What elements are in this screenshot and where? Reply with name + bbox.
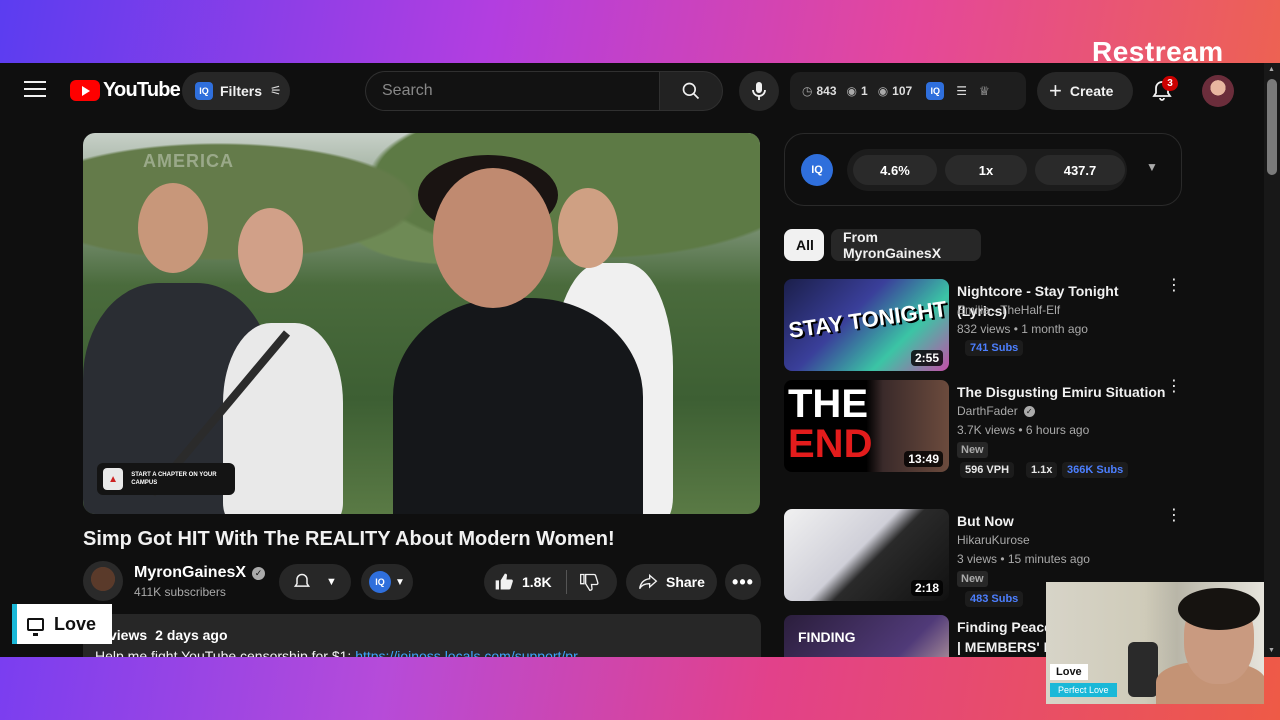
duration-badge: 2:18 <box>910 580 943 596</box>
chip-from-channel[interactable]: From MyronGainesX <box>831 229 981 261</box>
description-box[interactable]: K views 2 days ago Help me fight YouTube … <box>83 614 761 657</box>
more-actions-button[interactable]: ••• <box>725 564 761 600</box>
viewers-icon: ◉ <box>846 84 857 98</box>
scroll-up-icon[interactable]: ▲ <box>1268 66 1275 73</box>
metric-score: 437.7 <box>1035 155 1125 185</box>
channel-name[interactable]: MyronGainesX ✓ <box>134 564 266 582</box>
video-thumbnail[interactable]: FINDING <box>784 615 949 657</box>
rec-views: 3.7K views • 6 hours ago <box>957 423 1090 437</box>
video-title: Simp Got HIT With The REALITY About Mode… <box>83 528 615 550</box>
youtube-play-icon <box>70 80 100 101</box>
clock-icon: ◷ <box>802 84 813 98</box>
more-vertical-icon[interactable]: ⋮ <box>1166 278 1182 294</box>
chip-all[interactable]: All <box>784 229 824 261</box>
create-button[interactable]: + Create <box>1037 72 1133 110</box>
trophy-icon[interactable]: ♕ <box>979 84 990 98</box>
upload-date: 2 days ago <box>155 627 228 643</box>
chevron-down-icon: ▼ <box>395 576 405 588</box>
metric-percent: 4.6% <box>853 155 937 185</box>
thumbs-down-icon[interactable] <box>579 572 599 592</box>
search-icon <box>682 82 700 100</box>
search-button[interactable] <box>659 71 723 111</box>
chevron-down-icon[interactable]: ▼ <box>1146 160 1158 174</box>
like-button[interactable]: 1.8K <box>494 572 552 592</box>
account-avatar[interactable] <box>1202 75 1234 107</box>
microphone-icon <box>752 82 766 100</box>
masthead: YouTube IQ Filters ⚟ ◷843 ◉1 ◉107 IQ ☰ ♕ <box>0 63 1264 119</box>
filters-button[interactable]: IQ Filters ⚟ <box>182 72 290 110</box>
love-overlay-label: Love <box>12 604 112 644</box>
rec-title[interactable]: The Disgusting Emiru Situation <box>957 382 1167 402</box>
voice-search-button[interactable] <box>739 71 779 111</box>
iq-icon: IQ <box>195 82 213 100</box>
recommendation-item[interactable]: THE END 13:49 The Disgusting Emiru Situa… <box>784 379 1184 478</box>
duration-badge: 2:55 <box>910 350 943 366</box>
menu-button[interactable] <box>24 81 46 99</box>
page-scrollbar[interactable]: ▲ ▼ <box>1264 63 1280 657</box>
more-vertical-icon[interactable]: ⋮ <box>1166 508 1182 524</box>
multiplier-chip: 1.1x <box>1026 462 1058 478</box>
rec-channel[interactable]: HikaruKurose <box>957 533 1030 547</box>
monitor-icon <box>27 617 44 636</box>
verified-icon: ✓ <box>1023 405 1035 417</box>
new-badge: New <box>957 442 988 458</box>
more-horizontal-icon: ••• <box>732 571 754 592</box>
subscriber-count: 411K subscribers <box>134 585 226 599</box>
rec-channel[interactable]: DarthFader ✓ <box>957 404 1035 418</box>
iq-icon[interactable]: IQ <box>926 82 945 100</box>
duration-badge: 13:49 <box>904 451 943 467</box>
iq-icon: IQ <box>369 571 391 593</box>
iq-stats-panel: IQ 4.6% 1x 437.7 ▼ <box>784 133 1182 206</box>
new-badge: New <box>957 571 988 587</box>
youtube-logo[interactable]: YouTube <box>70 79 181 102</box>
iq-logo-icon: IQ <box>801 154 833 186</box>
rec-title[interactable]: But Now <box>957 511 1167 531</box>
tune-icon: ⚟ <box>270 83 282 98</box>
thumbs-up-icon <box>495 573 513 590</box>
video-player[interactable]: AMERICA ▲ START A CHAPTER ON YOUR CAMPUS <box>83 133 760 514</box>
webcam-name-label: Love <box>1050 664 1088 680</box>
bell-icon <box>293 573 311 587</box>
search-input[interactable] <box>382 82 642 100</box>
video-thumbnail[interactable]: STAY TONIGHT 2:55 <box>784 279 949 371</box>
share-icon <box>639 573 658 590</box>
eye-icon: ◉ <box>877 84 889 98</box>
browser-window: YouTube IQ Filters ⚟ ◷843 ◉1 ◉107 IQ ☰ ♕ <box>0 63 1280 657</box>
rec-views: 832 views • 1 month ago <box>957 322 1088 336</box>
subs-chip: 483 Subs <box>965 591 1024 607</box>
description-text: Help me fight YouTube censorship for $1: <box>95 648 356 657</box>
scroll-down-icon[interactable]: ▼ <box>1268 647 1275 654</box>
description-link[interactable]: https://joinoss.locals.com/support/pr <box>355 648 578 657</box>
webcam-overlay: Love Perfect Love <box>1046 582 1264 704</box>
search-box <box>365 71 659 111</box>
video-banner: ▲ START A CHAPTER ON YOUR CAMPUS <box>97 463 235 495</box>
chevron-down-icon: ▼ <box>326 576 337 588</box>
recommendation-item[interactable]: STAY TONIGHT 2:55 Nightcore - Stay Tonig… <box>784 278 1184 375</box>
rec-views: 3 views • 15 minutes ago <box>957 552 1090 566</box>
video-watermark: AMERICA <box>143 151 234 171</box>
verified-icon: ✓ <box>252 566 266 580</box>
scrollbar-thumb[interactable] <box>1267 79 1277 175</box>
like-dislike-group: 1.8K <box>484 564 617 600</box>
video-thumbnail[interactable]: THE END 13:49 <box>784 380 949 472</box>
share-button[interactable]: Share <box>626 564 717 600</box>
subs-chip: 366K Subs <box>1062 462 1129 478</box>
subs-chip: 741 Subs <box>965 340 1024 356</box>
metric-multiplier: 1x <box>945 155 1027 185</box>
list-icon[interactable]: ☰ <box>956 84 967 98</box>
subscription-bell-button[interactable]: ▼ <box>279 564 351 600</box>
vph-chip: 596 VPH <box>960 462 1015 478</box>
iq-menu-button[interactable]: IQ ▼ <box>361 564 413 600</box>
more-vertical-icon[interactable]: ⋮ <box>1166 379 1182 395</box>
video-thumbnail[interactable]: 2:18 <box>784 509 949 601</box>
extension-stats: ◷ 843 ◉ 1 ◉ 107 IQ ☰ ♕ <box>790 72 1026 110</box>
rec-channel[interactable]: Emilia - TheHalf-Elf <box>957 303 1060 317</box>
banner-logo-icon: ▲ <box>103 468 124 490</box>
webcam-subtitle-label: Perfect Love <box>1050 683 1117 697</box>
channel-avatar[interactable] <box>83 561 123 601</box>
notification-count-badge: 3 <box>1162 76 1178 91</box>
plus-icon: + <box>1049 78 1062 103</box>
